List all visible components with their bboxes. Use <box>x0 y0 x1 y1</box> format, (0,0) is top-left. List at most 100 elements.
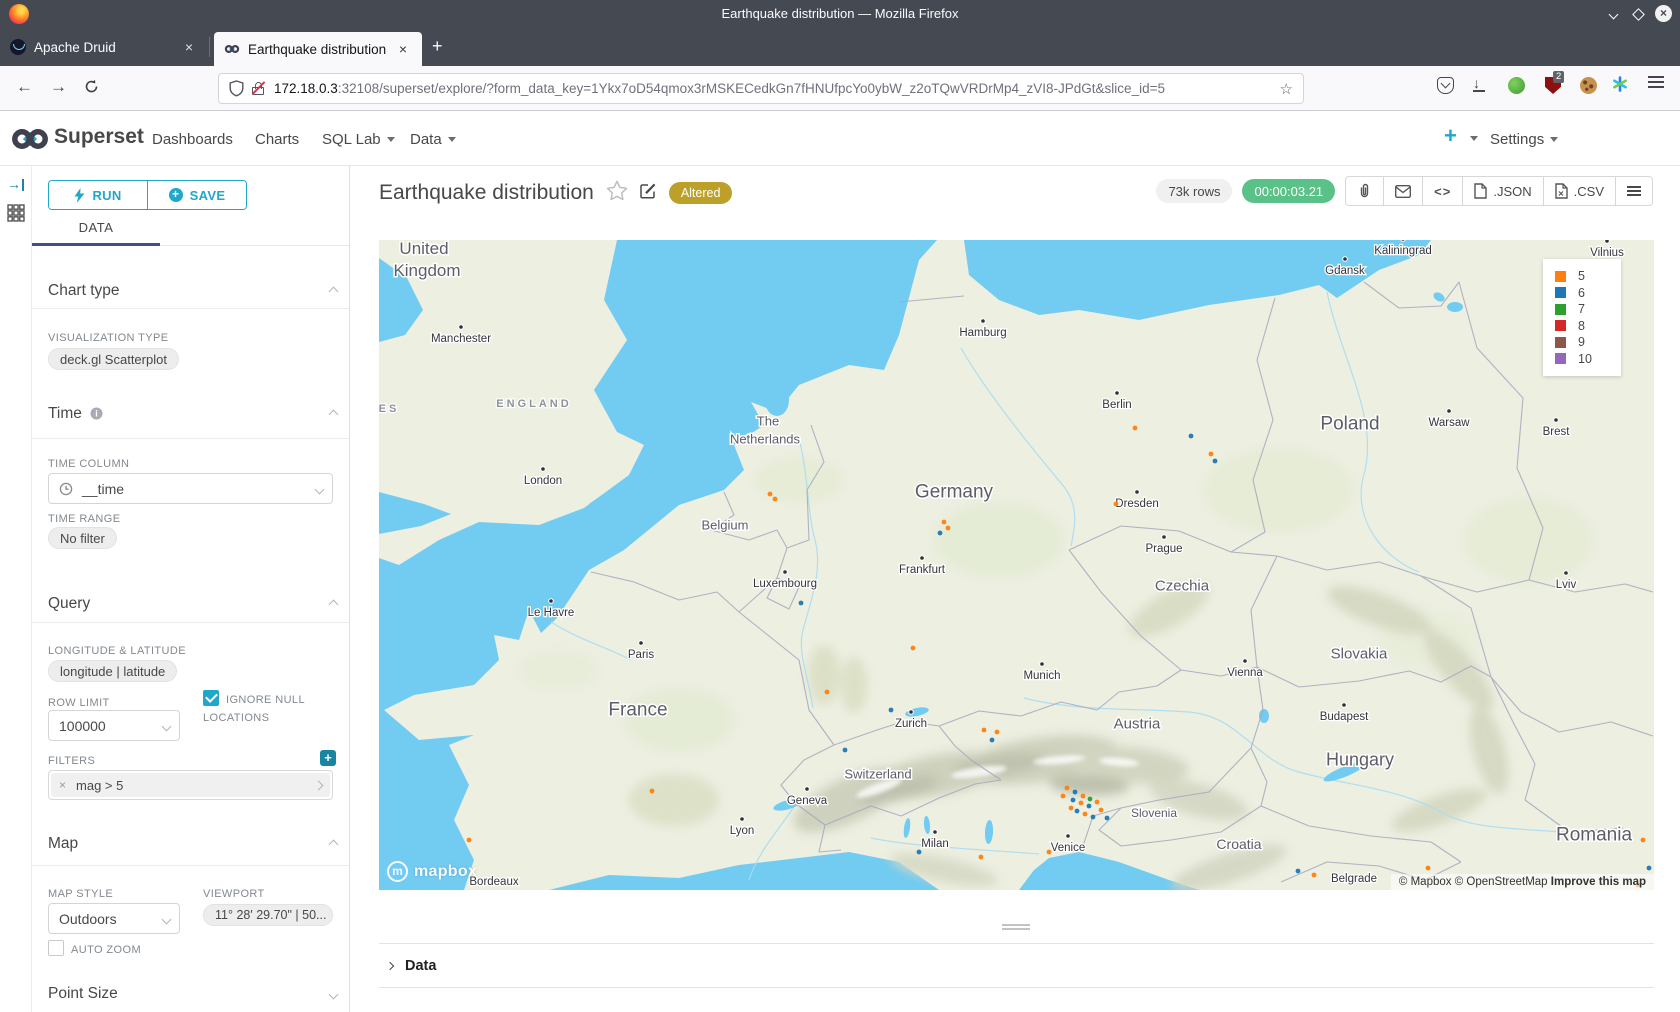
mapbox-attribution-link[interactable]: © Mapbox <box>1399 876 1452 888</box>
bookmark-star-icon[interactable]: ☆ <box>1280 80 1293 98</box>
osm-attribution-link[interactable]: © OpenStreetMap <box>1455 876 1548 888</box>
privacy-badger-icon[interactable] <box>1508 77 1525 94</box>
row-limit-select[interactable]: 100000 <box>48 710 180 741</box>
nav-charts[interactable]: Charts <box>255 131 299 148</box>
firefox-menu-icon[interactable] <box>1648 76 1664 78</box>
map-style-select[interactable]: Outdoors <box>48 903 180 934</box>
url-bar[interactable]: 172.18.0.3:32108/superset/explore/?form_… <box>218 73 1304 104</box>
map-point <box>938 531 943 536</box>
insecure-lock-icon[interactable] <box>252 82 264 95</box>
checkbox-unchecked-icon[interactable] <box>48 940 64 956</box>
lonlat-value[interactable]: longitude | latitude <box>48 660 177 682</box>
map-city-dot <box>1243 659 1248 664</box>
export-csv-button[interactable]: .CSV <box>1543 177 1615 205</box>
deckgl-map[interactable]: UnitedKingdomENGLANDESTheNetherlandsBelg… <box>379 240 1654 890</box>
map-point <box>1083 812 1088 817</box>
section-title: Point Size <box>48 985 118 1003</box>
section-query[interactable]: Query <box>48 595 337 613</box>
map-city-label: Lviv <box>1556 579 1577 591</box>
visualization-type-value[interactable]: deck.gl Scatterplot <box>48 348 179 370</box>
window-close-button[interactable]: × <box>1655 5 1672 22</box>
forward-button[interactable]: → <box>50 77 67 97</box>
map-city-dot <box>549 599 554 604</box>
embed-code-button[interactable]: <> <box>1422 177 1462 205</box>
map-country-label: Kingdom <box>393 261 460 280</box>
map-city-label: Dresden <box>1115 498 1158 510</box>
browser-tab-apache-druid[interactable]: Apache Druid × <box>0 28 208 66</box>
superset-brand[interactable]: Superset <box>54 125 144 149</box>
time-column-select[interactable]: __time <box>48 473 333 504</box>
ublock-badge: 2 <box>1553 71 1564 83</box>
remove-filter-icon[interactable]: × <box>59 778 66 792</box>
chart-menu-button[interactable] <box>1615 177 1652 205</box>
left-icon-rail: → <box>0 166 32 1012</box>
improve-map-link[interactable]: Improve this map <box>1551 876 1646 888</box>
nav-settings[interactable]: Settings <box>1490 131 1558 148</box>
filter-item[interactable]: × mag > 5 <box>51 773 330 797</box>
map-point <box>1069 806 1074 811</box>
shield-permissions-icon[interactable] <box>229 80 244 97</box>
downloads-icon[interactable]: ↓ <box>1473 75 1485 92</box>
section-chart-type[interactable]: Chart type <box>48 282 337 300</box>
tab-close-icon[interactable]: × <box>394 41 412 57</box>
data-panel-header[interactable]: Data <box>379 943 1654 988</box>
map-city-label: Manchester <box>431 333 491 345</box>
lonlat-label: LONGITUDE & LATITUDE <box>48 645 186 657</box>
viewport-value[interactable]: 11° 28' 29.70" | 50... <box>203 904 333 926</box>
map-country-label: Poland <box>1320 414 1379 435</box>
browser-tab-earthquake-distribution[interactable]: Earthquake distribution × <box>214 32 422 66</box>
legend-item: 8 <box>1555 318 1609 335</box>
nav-dashboards[interactable]: Dashboards <box>152 131 233 148</box>
section-time[interactable]: Time i <box>48 405 337 423</box>
add-filter-button[interactable]: + <box>320 750 336 766</box>
map-city-dot <box>933 830 938 835</box>
window-maximize-button[interactable] <box>1629 5 1647 23</box>
cookie-extension-icon[interactable] <box>1580 77 1597 94</box>
save-button[interactable]: + SAVE <box>147 181 246 209</box>
export-json-button[interactable]: .JSON <box>1462 177 1542 205</box>
tab-close-icon[interactable]: × <box>180 39 198 55</box>
new-tab-button[interactable]: + <box>432 37 443 55</box>
map-point <box>799 601 804 606</box>
back-button[interactable]: ← <box>16 77 33 97</box>
window-minimize-button[interactable] <box>1604 5 1622 23</box>
nav-sql-lab[interactable]: SQL Lab <box>322 131 395 148</box>
map-city-label: Belgrade <box>1331 873 1377 885</box>
resize-grip[interactable] <box>1002 924 1030 930</box>
mapbox-logo[interactable]: m mapbox <box>387 861 477 882</box>
altered-badge[interactable]: Altered <box>669 182 733 204</box>
superset-logo-icon[interactable] <box>10 125 50 158</box>
file-icon <box>1474 183 1487 199</box>
ignore-null-checkbox-field[interactable]: IGNORE NULL LOCATIONS <box>203 690 331 727</box>
datasource-grid-icon[interactable] <box>7 204 25 227</box>
auto-zoom-checkbox-field[interactable]: AUTO ZOOM <box>48 940 141 959</box>
map-country-label: Croatia <box>1216 836 1261 852</box>
legend-item: 5 <box>1555 268 1609 285</box>
tab-data[interactable]: DATA <box>32 212 160 246</box>
map-country-label: The <box>757 414 779 429</box>
time-range-value[interactable]: No filter <box>48 527 117 549</box>
map-point <box>1105 816 1110 821</box>
chevron-down-icon <box>315 485 325 495</box>
druid-favicon-icon <box>10 39 26 55</box>
copy-link-button[interactable] <box>1346 177 1383 205</box>
map-country-label: Germany <box>915 482 994 503</box>
container-extension-icon[interactable] <box>1612 76 1628 97</box>
new-item-plus-button[interactable]: + <box>1444 123 1457 149</box>
map-country-label: Belgium <box>702 518 749 533</box>
expand-datasource-icon[interactable]: → <box>7 176 24 192</box>
map-point <box>1081 794 1086 799</box>
run-button[interactable]: RUN <box>49 181 147 209</box>
panel-tabs: DATA <box>32 212 349 246</box>
pocket-icon[interactable] <box>1437 77 1454 94</box>
email-button[interactable] <box>1383 177 1422 205</box>
favorite-star-icon[interactable] <box>606 180 628 206</box>
map-city-label: Geneva <box>787 795 828 807</box>
section-point-size[interactable]: Point Size <box>48 985 337 1003</box>
reload-button[interactable] <box>84 79 99 99</box>
map-point <box>1099 808 1104 813</box>
nav-data[interactable]: Data <box>410 131 456 148</box>
checkbox-checked-icon[interactable] <box>203 690 219 706</box>
edit-properties-icon[interactable] <box>640 182 657 204</box>
section-map[interactable]: Map <box>48 835 337 853</box>
